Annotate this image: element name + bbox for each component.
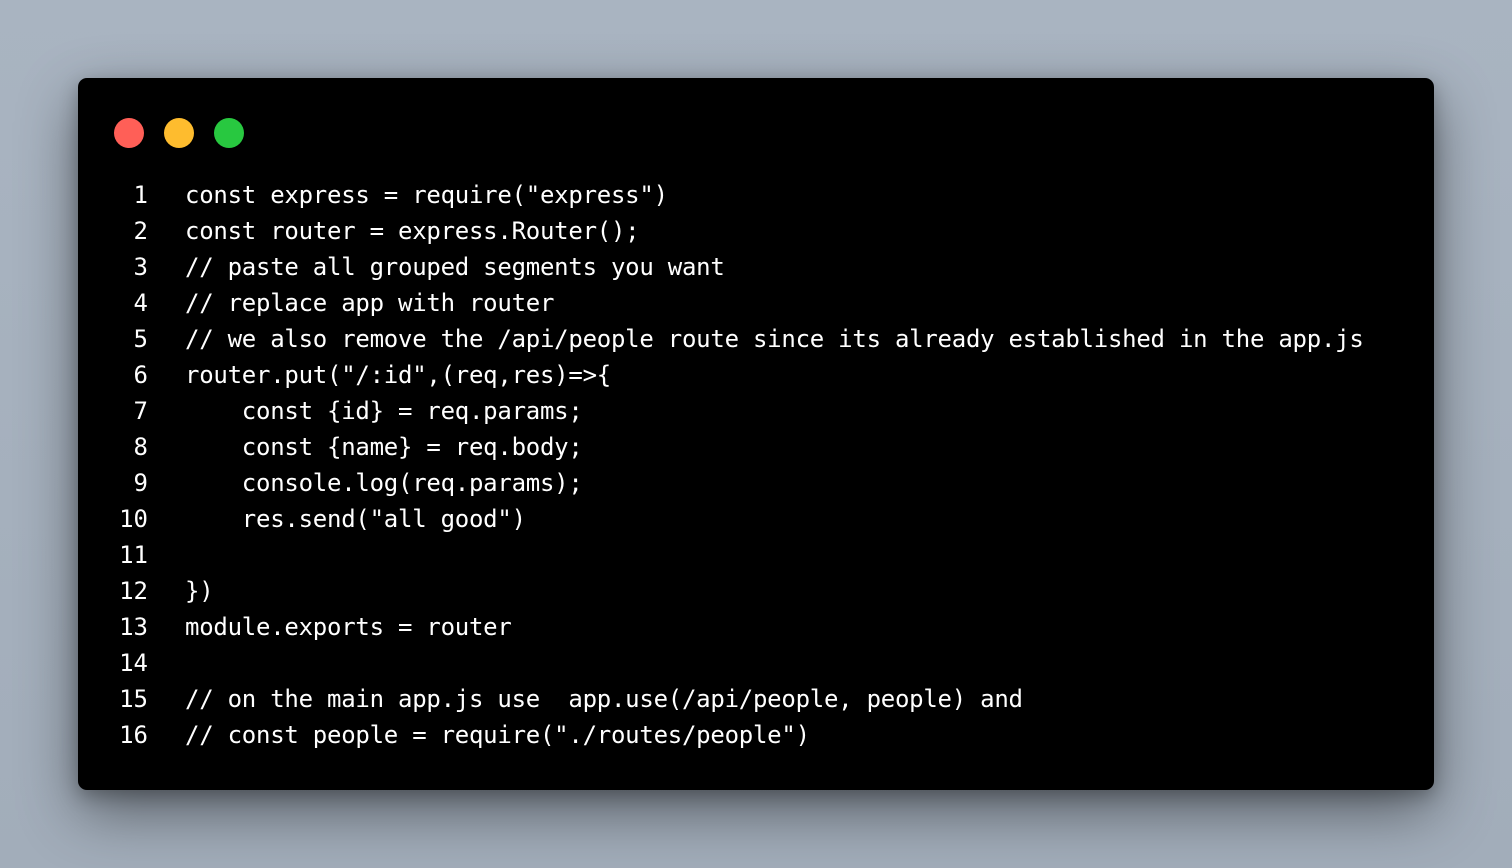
code-text: // on the main app.js use app.use(/api/p… — [185, 685, 1023, 713]
code-text: const router = express.Router(); — [185, 217, 640, 245]
code-line: 7 const {id} = req.params; — [78, 393, 1434, 429]
window-controls — [114, 118, 244, 148]
close-button[interactable] — [114, 118, 144, 148]
line-number: 7 — [133, 397, 148, 425]
line-number: 13 — [119, 613, 148, 641]
line-number: 3 — [133, 253, 148, 281]
code-line: 9 console.log(req.params); — [78, 465, 1434, 501]
code-text: const express = require("express") — [185, 181, 668, 209]
code-line: 8 const {name} = req.body; — [78, 429, 1434, 465]
line-number: 2 — [133, 217, 148, 245]
code-line: 15 // on the main app.js use app.use(/api… — [78, 681, 1434, 717]
line-number: 15 — [119, 685, 148, 713]
line-number: 5 — [133, 325, 148, 353]
code-block: 1 const express = require("express") 2 con… — [78, 177, 1434, 753]
code-text: const {name} = req.body; — [185, 433, 583, 461]
code-text: router.put("/:id",(req,res)=>{ — [185, 361, 611, 389]
line-number: 10 — [119, 505, 148, 533]
code-text: module.exports = router — [185, 613, 512, 641]
code-text: console.log(req.params); — [185, 469, 583, 497]
code-line: 3 // paste all grouped segments you want — [78, 249, 1434, 285]
code-line: 2 const router = express.Router(); — [78, 213, 1434, 249]
code-line: 11 — [78, 537, 1434, 573]
code-window: 1 const express = require("express") 2 con… — [78, 78, 1434, 790]
minimize-button[interactable] — [164, 118, 194, 148]
maximize-button[interactable] — [214, 118, 244, 148]
code-text: res.send("all good") — [185, 505, 526, 533]
line-number: 11 — [119, 541, 148, 569]
code-line: 4 // replace app with router — [78, 285, 1434, 321]
code-line: 16 // const people = require("./routes/pe… — [78, 717, 1434, 753]
line-number: 12 — [119, 577, 148, 605]
code-text: // const people = require("./routes/peop… — [185, 721, 810, 749]
code-line: 1 const express = require("express") — [78, 177, 1434, 213]
code-text: // paste all grouped segments you want — [185, 253, 725, 281]
code-text: const {id} = req.params; — [185, 397, 583, 425]
line-number: 14 — [119, 649, 148, 677]
code-text: // we also remove the /api/people route … — [185, 325, 1364, 353]
code-line: 5 // we also remove the /api/people route… — [78, 321, 1434, 357]
code-line: 6 router.put("/:id",(req,res)=>{ — [78, 357, 1434, 393]
code-text: // replace app with router — [185, 289, 555, 317]
code-line: 13 module.exports = router — [78, 609, 1434, 645]
line-number: 6 — [133, 361, 148, 389]
code-text: }) — [185, 577, 214, 605]
code-line: 14 — [78, 645, 1434, 681]
line-number: 1 — [133, 181, 148, 209]
line-number: 16 — [119, 721, 148, 749]
line-number: 8 — [133, 433, 148, 461]
line-number: 9 — [133, 469, 148, 497]
code-line: 12}) — [78, 573, 1434, 609]
code-line: 10 res.send("all good") — [78, 501, 1434, 537]
line-number: 4 — [133, 289, 148, 317]
